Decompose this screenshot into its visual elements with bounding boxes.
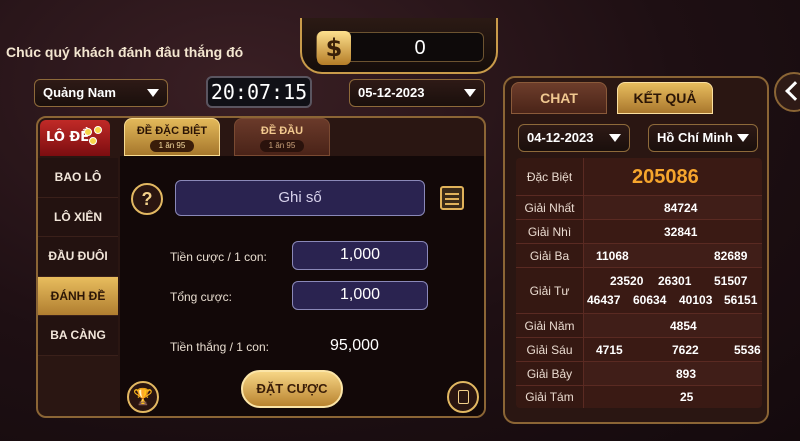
bet-per-label: Tiền cược / 1 con: xyxy=(170,250,267,264)
win-per-value: 95,000 xyxy=(330,337,379,354)
place-bet-button[interactable]: ĐẶT CƯỢC xyxy=(241,370,343,408)
prize-value: 23520 xyxy=(610,274,644,288)
help-icon[interactable]: ? xyxy=(131,183,163,215)
tab-de-dac-biet[interactable]: ĐỀ ĐẶC BIỆT 1 ăn 95 xyxy=(124,118,220,156)
date-select-value: 05-12-2023 xyxy=(358,85,425,100)
prize-value: 60634 xyxy=(633,293,667,307)
prize-value: 11068 xyxy=(596,249,629,263)
result-date-value: 04-12-2023 xyxy=(527,130,594,145)
province-select-value: Quảng Nam xyxy=(43,85,116,100)
table-row: Giải Bảy 893 xyxy=(516,362,762,386)
greeting-text: Chúc quý khách đánh đâu thắng đó xyxy=(6,44,244,60)
prize-value: 40103 xyxy=(679,293,713,307)
prize-value: 7622 xyxy=(672,343,699,357)
table-row: Giải Năm 4854 xyxy=(516,314,762,338)
chevron-down-icon xyxy=(609,134,621,142)
table-row: Đặc Biệt 205086 xyxy=(516,158,762,196)
side-nav: BAO LÔ LÔ XIÊN ĐẦU ĐUÔI ĐÁNH ĐỀ BA CÀNG xyxy=(38,158,118,356)
prize-name: Giải Tám xyxy=(516,386,584,408)
prize-value: 84724 xyxy=(664,201,698,215)
note-icon[interactable] xyxy=(440,186,464,210)
prize-value: 205086 xyxy=(632,166,699,188)
balance-value: 0 xyxy=(414,37,426,59)
prize-name: Giải Nhất xyxy=(516,196,584,219)
prize-value: 46437 xyxy=(587,293,621,307)
prize-value: 5536 xyxy=(734,343,761,357)
side-item-danh-de[interactable]: ĐÁNH ĐỀ xyxy=(38,276,118,316)
prize-name: Giải Nhì xyxy=(516,220,584,243)
balance-display: $ 0 xyxy=(300,18,498,74)
side-item-lo-xien[interactable]: LÔ XIÊN xyxy=(38,197,118,237)
region-select[interactable]: Hồ Chí Minh xyxy=(648,124,758,152)
countdown-clock: 20:07:15 xyxy=(206,76,312,108)
history-icon[interactable] xyxy=(447,381,479,413)
prize-value: 893 xyxy=(676,367,697,381)
chevron-down-icon xyxy=(147,89,159,97)
table-row: Giải Nhất 84724 xyxy=(516,196,762,220)
table-row: Giải Tư 23520 26301 51507 46437 60634 40… xyxy=(516,268,762,314)
tab-ket-qua[interactable]: KẾT QUẢ xyxy=(617,82,713,114)
chevron-down-icon xyxy=(464,89,476,97)
table-row: Giải Ba 11068 82689 xyxy=(516,244,762,268)
total-bet-label: Tổng cược: xyxy=(170,290,232,304)
number-input[interactable]: Ghi số xyxy=(175,180,425,216)
table-row: Giải Sáu 4715 7622 5536 xyxy=(516,338,762,362)
region-select-value: Hồ Chí Minh xyxy=(657,130,733,145)
dollar-icon: $ xyxy=(317,31,351,65)
side-item-dau-duoi[interactable]: ĐẦU ĐUÔI xyxy=(38,237,118,277)
total-bet-input[interactable]: 1,000 xyxy=(292,281,428,310)
trophy-icon[interactable]: 🏆 xyxy=(127,381,159,413)
tab-odds: 1 ăn 95 xyxy=(150,140,194,152)
side-item-bao-lo[interactable]: BAO LÔ xyxy=(38,158,118,198)
tab-label: ĐỀ ĐẦU xyxy=(260,125,304,137)
bet-per-input[interactable]: 1,000 xyxy=(292,241,428,270)
prize-name: Đặc Biệt xyxy=(516,158,584,195)
prize-value: 32841 xyxy=(664,225,698,239)
prize-name: Giải Sáu xyxy=(516,338,584,361)
result-date-select[interactable]: 04-12-2023 xyxy=(518,124,630,152)
prize-value: 25 xyxy=(680,390,694,404)
prize-value: 82689 xyxy=(714,249,748,263)
side-item-ba-cang[interactable]: BA CÀNG xyxy=(38,316,118,356)
prize-value: 26301 xyxy=(658,274,692,288)
prize-value: 4854 xyxy=(670,319,697,333)
prize-name: Giải Bảy xyxy=(516,362,584,385)
lode-logo: LÔ ĐỀ xyxy=(40,120,110,156)
prize-name: Giải Năm xyxy=(516,314,584,337)
date-select[interactable]: 05-12-2023 xyxy=(349,79,485,107)
dice-icon xyxy=(84,126,104,148)
table-row: Giải Nhì 32841 xyxy=(516,220,762,244)
tab-de-dau[interactable]: ĐỀ ĐẦU 1 ăn 95 xyxy=(234,118,330,156)
prize-value: 51507 xyxy=(714,274,748,288)
win-per-label: Tiền thắng / 1 con: xyxy=(170,340,269,354)
chevron-down-icon xyxy=(737,134,749,142)
results-table: Đặc Biệt 205086 Giải Nhất 84724 Giải Nhì… xyxy=(516,158,762,408)
province-select[interactable]: Quảng Nam xyxy=(34,79,168,107)
logo-text: LÔ ĐỀ xyxy=(46,130,90,145)
tab-odds: 1 ăn 95 xyxy=(260,140,304,152)
prize-value: 4715 xyxy=(596,343,623,357)
tab-label: ĐỀ ĐẶC BIỆT xyxy=(136,125,208,137)
prize-value: 56151 xyxy=(724,293,758,307)
table-row: Giải Tám 25 xyxy=(516,386,762,408)
prize-name: Giải Tư xyxy=(516,268,584,313)
prize-name: Giải Ba xyxy=(516,244,584,267)
tab-chat[interactable]: CHAT xyxy=(511,82,607,114)
collapse-arrow-icon[interactable] xyxy=(774,72,800,112)
